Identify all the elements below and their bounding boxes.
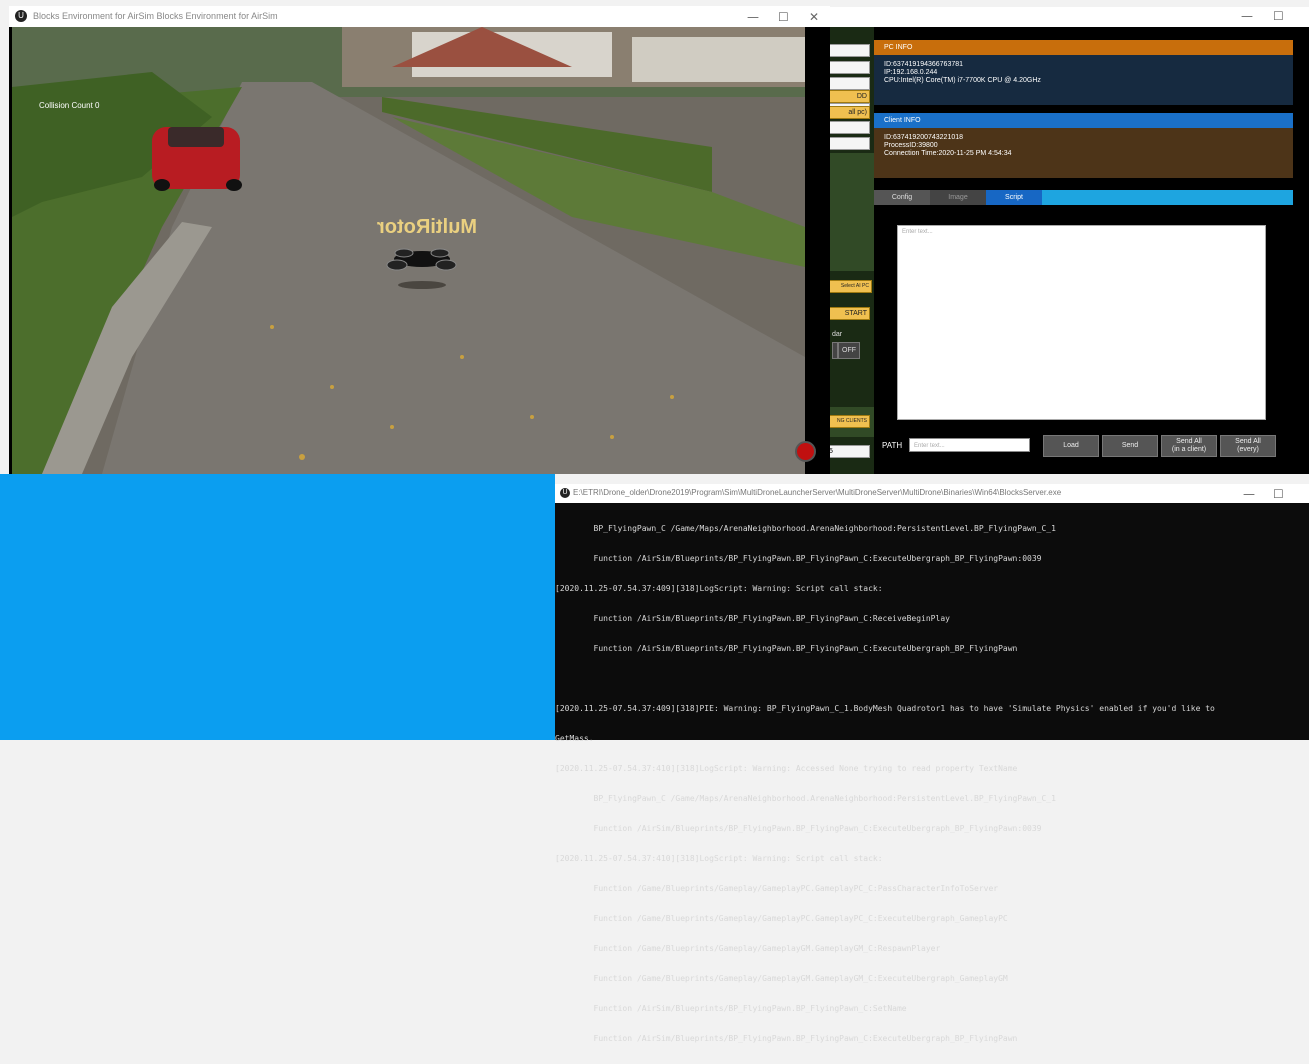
script-textarea[interactable]: Enter text...	[897, 225, 1266, 420]
pc-cpu: CPU:Intel(R) Core(TM) i7-7700K CPU @ 4.2…	[884, 77, 1041, 84]
console-window-title: E:\ETRI\Drone_older\Drone2019\Program\Si…	[573, 488, 1062, 497]
send-all-every-button[interactable]: Send All (every)	[1220, 435, 1276, 457]
street-scene	[12, 27, 805, 474]
dropdown-field[interactable]	[828, 44, 870, 57]
pc-ip: IP:192.168.0.244	[884, 69, 938, 76]
maximize-icon[interactable]: ☐	[1273, 9, 1284, 23]
log-line: Function /Game/Blueprints/Gameplay/Gamep…	[555, 974, 1008, 983]
text-field[interactable]	[828, 77, 870, 90]
clients-button[interactable]: NG CLIENTS	[828, 415, 870, 428]
client-process: ProcessID:39800	[884, 142, 938, 149]
tab-image[interactable]: Image	[930, 190, 986, 205]
send-all-label: Send All	[1235, 438, 1261, 445]
maximize-icon[interactable]: ☐	[1273, 487, 1284, 501]
log-line: Function /AirSim/Blueprints/BP_FlyingPaw…	[555, 824, 1042, 833]
green-panel	[828, 153, 874, 271]
log-line: [2020.11.25-07.54.37:409][318]LogScript:…	[555, 584, 883, 593]
game-window-title: Blocks Environment for AirSim Blocks Env…	[33, 11, 278, 21]
start-button[interactable]: START	[828, 307, 870, 320]
tab-bar: Config Image Script	[874, 190, 1293, 205]
send-all-sub-label: (in a client)	[1171, 446, 1207, 453]
select-ai-pc-button[interactable]: Select AI PC	[828, 280, 872, 293]
record-button[interactable]	[795, 441, 816, 462]
server-app-window: — ☐ DD all pc) Select AI PC START dar OF…	[808, 7, 1309, 474]
pc-id: ID:637419194366763781	[884, 61, 964, 68]
path-label: PATH	[882, 441, 903, 450]
minimize-icon[interactable]: —	[747, 10, 759, 24]
log-line: [2020.11.25-07.54.37:409][318]PIE: Warni…	[555, 704, 1215, 713]
count-field[interactable]: 5	[828, 445, 870, 458]
desktop-background	[0, 474, 555, 740]
log-line: [2020.11.25-07.54.37:410][318]LogScript:…	[555, 854, 883, 863]
log-line: Function /AirSim/Blueprints/BP_FlyingPaw…	[555, 644, 1018, 653]
unreal-logo-icon: U	[560, 488, 570, 498]
collision-count: Collision Count 0	[39, 101, 100, 110]
script-placeholder: Enter text...	[902, 229, 933, 235]
game-viewport[interactable]	[12, 27, 805, 474]
log-line: BP_FlyingPawn_C /Game/Maps/ArenaNeighbor…	[555, 794, 1056, 803]
radar-label: dar	[832, 331, 843, 338]
send-all-sub-label: (every)	[1237, 446, 1259, 453]
pc-info-panel: ID:637419194366763781 IP:192.168.0.244 C…	[874, 55, 1293, 105]
send-all-label: Send All	[1176, 438, 1202, 445]
client-info-header: Client INFO	[874, 113, 1293, 128]
tab-config[interactable]: Config	[874, 190, 930, 205]
send-all-client-button[interactable]: Send All (in a client)	[1161, 435, 1217, 457]
client-connection: Connection Time:2020-11-25 PM 4:54:34	[884, 150, 1012, 157]
dropdown-field[interactable]	[828, 61, 870, 74]
send-button[interactable]: Send	[1102, 435, 1158, 457]
tab-script[interactable]: Script	[986, 190, 1042, 205]
log-line: Function /AirSim/Blueprints/BP_FlyingPaw…	[555, 554, 1042, 563]
log-line: Function /AirSim/Blueprints/BP_FlyingPaw…	[555, 1004, 907, 1013]
minimize-icon[interactable]: —	[1241, 9, 1253, 23]
log-line: Function /Game/Blueprints/Gameplay/Gamep…	[555, 914, 1008, 923]
log-line: GetMass.	[555, 734, 594, 743]
log-line: Function /AirSim/Blueprints/BP_FlyingPaw…	[555, 1034, 1018, 1043]
log-line: BP_FlyingPawn_C /Game/Maps/ArenaNeighbor…	[555, 524, 1056, 533]
game-window: U Blocks Environment for AirSim Blocks E…	[9, 6, 830, 474]
game-title-bar[interactable]: U Blocks Environment for AirSim Blocks E…	[9, 6, 830, 27]
drone-name-label: MultiRotor	[377, 216, 477, 238]
off-button[interactable]: OFF	[838, 342, 860, 359]
unreal-logo-icon: U	[15, 10, 27, 22]
all-pc-button[interactable]: all pc)	[828, 106, 870, 119]
maximize-icon[interactable]: ☐	[778, 10, 789, 24]
path-input[interactable]: Enter text...	[909, 438, 1030, 452]
console-title-bar[interactable]: U E:\ETRI\Drone_older\Drone2019\Program\…	[555, 484, 1309, 503]
client-id: ID:637419200743221018	[884, 134, 964, 141]
load-button[interactable]: Load	[1043, 435, 1099, 457]
add-button[interactable]: DD	[828, 90, 870, 103]
client-info-panel: ID:637419200743221018 ProcessID:39800 Co…	[874, 128, 1293, 178]
console-window: U E:\ETRI\Drone_older\Drone2019\Program\…	[555, 484, 1309, 1043]
log-line: Function /Game/Blueprints/Gameplay/Gamep…	[555, 944, 941, 953]
text-field[interactable]	[828, 121, 870, 134]
pc-info-header: PC INFO	[874, 40, 1293, 55]
close-icon[interactable]: ✕	[809, 10, 819, 24]
log-line: Function /Game/Blueprints/Gameplay/Gamep…	[555, 884, 999, 893]
console-output[interactable]: BP_FlyingPawn_C /Game/Maps/ArenaNeighbor…	[555, 504, 1309, 1064]
log-line: [2020.11.25-07.54.37:410][318]LogScript:…	[555, 764, 1018, 773]
log-line: Function /AirSim/Blueprints/BP_FlyingPaw…	[555, 614, 950, 623]
text-field[interactable]	[828, 137, 870, 150]
minimize-icon[interactable]: —	[1243, 487, 1255, 501]
app-title-bar[interactable]: — ☐	[808, 7, 1309, 27]
